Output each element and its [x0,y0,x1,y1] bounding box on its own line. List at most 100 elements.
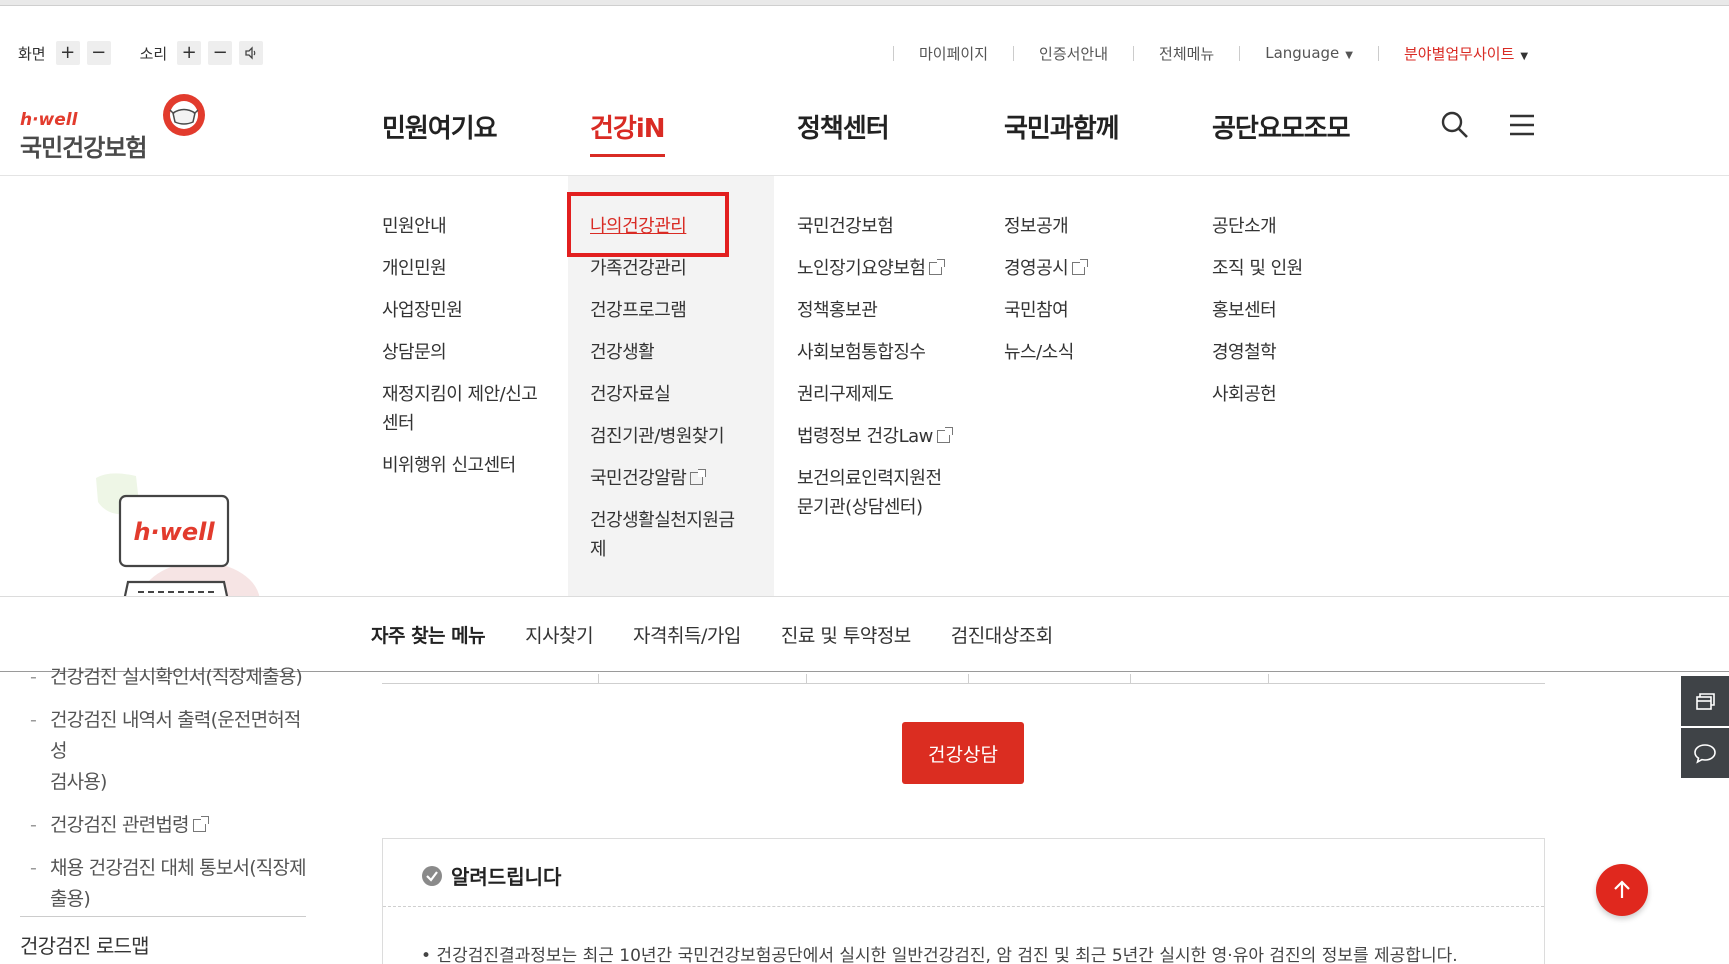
table-bottom-line [382,683,1545,684]
notice-divider [383,906,1544,907]
hamburger-menu-icon[interactable] [1508,113,1536,137]
utility-certificate-link[interactable]: 인증서안내 [1039,43,1108,64]
menu-link[interactable]: 보건의료인력지원전 문기관(상담센터) [797,464,950,522]
mega-col-about: 공단소개 조직 및 인원 홍보센터 경영철학 사회공헌 [1212,212,1303,422]
dropdown-arrow-icon: ▼ [1520,50,1529,62]
menu-link[interactable]: 건강자료실 [590,380,735,409]
menu-link[interactable]: 사회공헌 [1212,380,1303,409]
external-link-icon [936,427,953,443]
window-stack-icon [1696,693,1715,710]
highlight-box [567,192,729,257]
screen-zoom-out-button[interactable]: − [86,41,111,65]
external-link-icon [192,816,209,832]
sidebar-item-external[interactable]: 건강검진 관련법령 [26,810,306,841]
menu-link[interactable]: 건강생활 [590,338,735,367]
language-select[interactable]: Language ▼ [1265,44,1353,62]
menu-link[interactable]: 뉴스/소식 [1004,338,1085,367]
chat-button[interactable] [1681,728,1729,778]
frequent-link[interactable]: 검진대상조회 [951,621,1053,648]
frequent-link[interactable]: 자격취득/가입 [633,621,741,648]
notice-text: • 건강검진결과정보는 최근 10년간 국민건강보험공단에서 실시한 일반건강검… [421,946,1458,964]
floating-buttons [1681,676,1729,780]
mega-col-health-in: 나의건강관리 가족건강관리 건강프로그램 건강생활 건강자료실 검진기관/병원찾… [590,212,735,577]
search-icon[interactable] [1440,110,1470,140]
sidebar-menu: 건강검진 실시확인서(직장제출용) 건강검진 내역서 출력(운전면허적성 검사용… [20,662,307,958]
top-border [0,0,1729,6]
health-consult-button[interactable]: 건강상담 [902,722,1024,784]
menu-link[interactable]: 사회보험통합징수 [797,338,950,367]
sidebar-item-label: 건강검진 관련법령 [50,814,189,836]
sidebar-item[interactable]: 건강검진 내역서 출력(운전면허적성 검사용) [26,705,306,798]
menu-link-external[interactable]: 국민건강알람 [590,464,735,493]
scroll-to-top-button[interactable] [1596,864,1648,916]
frequent-menu: 자주 찾는 메뉴 지사찾기 자격취득/가입 진료 및 투약정보 검진대상조회 [0,597,1729,672]
arrow-up-icon [1614,880,1630,898]
gnb-item-civil[interactable]: 민원여기요 [382,108,498,145]
sound-up-button[interactable]: + [177,41,202,65]
menu-link[interactable]: 가족건강관리 [590,254,735,283]
sidebar-item[interactable]: 채용 건강검진 대체 통보서(직장제 출용) [26,853,307,915]
menu-link[interactable]: 국민참여 [1004,296,1085,325]
mega-col-civil: 민원안내 개인민원 사업장민원 상담문의 재정지킴이 제안/신고 센터 비위행위… [382,212,538,493]
illustration-text: h·well [133,518,215,546]
menu-link[interactable]: 개인민원 [382,254,537,283]
menu-link-label: 노인장기요양보험 [797,258,926,279]
menu-link[interactable]: 경영철학 [1212,338,1303,367]
external-link-icon [1072,259,1089,275]
chat-bubble-icon [1694,744,1716,764]
sidebar-roadmap-link[interactable]: 건강검진 로드맵 [20,930,150,959]
menu-link[interactable]: 공단소개 [1212,212,1303,241]
external-link-icon [929,259,946,275]
menu-link[interactable]: 건강프로그램 [590,296,735,325]
menu-link-label: 경영공시 [1004,258,1069,279]
menu-link[interactable]: 재정지킴이 제안/신고 센터 [382,380,538,438]
notice-title: 알려드립니다 [451,865,562,889]
gnb-item-together[interactable]: 국민과함께 [1004,108,1120,145]
menu-link[interactable]: 비위행위 신고센터 [382,451,537,480]
utility-mypage-link[interactable]: 마이페이지 [919,43,988,64]
menu-link-label: 국민건강알람 [590,468,687,489]
frequent-link[interactable]: 진료 및 투약정보 [781,621,911,648]
menu-link-external[interactable]: 노인장기요양보험 [797,254,950,283]
menu-link-label: 법령정보 건강Law [797,426,933,447]
screen-zoom-label: 화면 [18,44,46,63]
sound-down-button[interactable]: − [208,41,233,65]
gnb-item-about[interactable]: 공단요모조모 [1212,108,1351,145]
menu-link[interactable]: 상담문의 [382,338,537,367]
sidebar-item[interactable]: 건강검진 실시확인서(직장제출용) [26,662,306,693]
menu-link[interactable]: 검진기관/병원찾기 [590,422,735,451]
mega-menu: 민원안내 개인민원 사업장민원 상담문의 재정지킴이 제안/신고 센터 비위행위… [0,176,1729,642]
menu-link[interactable]: 권리구제제도 [797,380,950,409]
speaker-icon[interactable] [239,41,264,65]
menu-link[interactable]: 국민건강보험 [797,212,950,241]
menu-link[interactable]: 정책홍보관 [797,296,950,325]
menu-link[interactable]: 민원안내 [382,212,537,241]
utility-all-menu-link[interactable]: 전체메뉴 [1159,43,1214,64]
check-circle-icon [422,865,442,886]
gnb-item-policy[interactable]: 정책센터 [797,108,890,145]
field-sites-select[interactable]: 분야별업무사이트 ▼ [1404,43,1528,64]
field-sites-label: 분야별업무사이트 [1403,44,1515,63]
accessibility-controls: 화면 + − 소리 + − [18,40,270,66]
frequent-link[interactable]: 지사찾기 [525,621,593,648]
menu-link-external[interactable]: 경영공시 [1004,254,1089,283]
utility-nav: 마이페이지 인증서안내 전체메뉴 Language ▼ 분야별업무사이트 ▼ [868,40,1528,66]
menu-link[interactable]: 사업장민원 [382,296,537,325]
screen-zoom-in-button[interactable]: + [55,41,80,65]
language-label: Language [1265,44,1340,62]
dropdown-arrow-icon: ▼ [1345,50,1353,61]
frequent-menu-title: 자주 찾는 메뉴 [371,625,486,647]
mega-col-policy: 국민건강보험 노인장기요양보험 정책홍보관 사회보험통합징수 권리구제제도 법령… [797,212,953,535]
window-stack-button[interactable] [1681,676,1729,726]
notice-heading: 알려드립니다 [421,861,561,890]
external-link-icon [690,469,707,485]
menu-link[interactable]: 정보공개 [1004,212,1085,241]
menu-link-external[interactable]: 법령정보 건강Law [797,422,953,451]
menu-link[interactable]: 조직 및 인원 [1212,254,1303,283]
menu-link[interactable]: 홍보센터 [1212,296,1303,325]
sidebar-divider [20,916,306,917]
mega-col-together: 정보공개 경영공시 국민참여 뉴스/소식 [1004,212,1089,380]
menu-link[interactable]: 건강생활실천지원금 제 [590,506,735,564]
gnb-item-health-in[interactable]: 건강iN [590,108,666,157]
notice-box: 알려드립니다 • 건강검진결과정보는 최근 10년간 국민건강보험공단에서 실시… [382,838,1545,964]
